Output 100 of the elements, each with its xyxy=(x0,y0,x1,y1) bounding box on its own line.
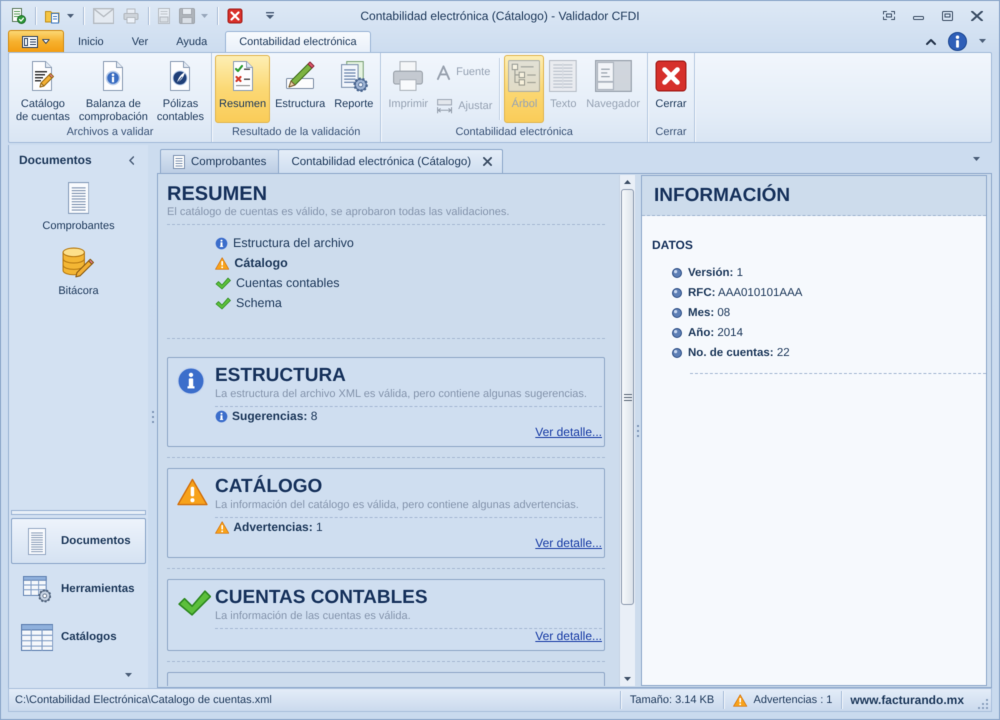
card-description: La información del catálogo es válida, pero contiene algunas advertencias. xyxy=(215,498,580,512)
checklist-icon xyxy=(232,60,254,92)
caret-icon[interactable] xyxy=(973,157,980,161)
report-gear-icon xyxy=(339,60,368,92)
ribbon-button[interactable]: Estructura xyxy=(271,55,330,123)
scrollbar[interactable] xyxy=(619,175,635,686)
summary-item: Estructura del archivo xyxy=(233,236,354,250)
ribbon-button[interactable]: Resumen xyxy=(215,55,270,123)
chevron-up-icon[interactable] xyxy=(926,38,936,44)
panel-icon xyxy=(22,36,38,48)
navigation-item[interactable]: Documentos xyxy=(11,518,146,564)
close-icon xyxy=(227,8,244,24)
scrollbar-thumb[interactable] xyxy=(621,189,634,605)
info-field: Versión: 1 xyxy=(688,267,743,279)
document-check-icon xyxy=(10,8,26,24)
summary-item: Cátalogo xyxy=(234,256,288,270)
chevron-left-icon[interactable] xyxy=(128,156,134,164)
database-pencil-icon xyxy=(62,247,94,279)
pencil-icon xyxy=(284,60,316,92)
customize-icon xyxy=(266,12,274,19)
font-icon xyxy=(436,64,452,80)
navigation-item[interactable]: Catálogos xyxy=(11,614,146,660)
summary-subtitle: El catálogo de cuentas es válido, se aprobaron todas las validaciones. xyxy=(167,205,510,219)
count-label: Advertencias: 1 xyxy=(233,520,323,534)
document-info-icon xyxy=(102,60,124,92)
scroll-up-icon[interactable] xyxy=(624,180,631,184)
info-field: No. de cuentas: 22 xyxy=(688,347,790,359)
close-icon[interactable] xyxy=(971,10,983,20)
document-tab[interactable]: Contabilidad electrónica (Cátalogo) xyxy=(278,149,504,173)
table-gear-icon xyxy=(22,576,52,602)
bullet-icon xyxy=(672,348,682,358)
caret-icon[interactable] xyxy=(979,39,986,43)
fullscreen-icon[interactable] xyxy=(883,11,895,20)
fit-width-icon xyxy=(436,98,454,114)
maximize-icon[interactable] xyxy=(942,10,953,20)
ribbon-button[interactable]: Balanza de comprobación xyxy=(74,55,152,123)
card-description: La información de las cuentas es válida. xyxy=(215,609,412,623)
sidebar-item[interactable]: Comprobantes xyxy=(37,175,120,239)
bullet-icon xyxy=(672,268,682,278)
sidebar-title: Documentos xyxy=(19,153,92,167)
table-icon xyxy=(20,624,54,650)
document-tab[interactable]: Comprobantes xyxy=(160,149,280,173)
caret-icon[interactable] xyxy=(125,673,132,677)
document-feather-icon xyxy=(169,60,192,92)
envelope-icon xyxy=(93,8,114,24)
group-caption: Archivos a validar xyxy=(66,125,154,140)
bullet-icon xyxy=(672,308,682,318)
scroll-down-icon[interactable] xyxy=(624,677,631,681)
grip-icon xyxy=(624,394,632,400)
info-icon[interactable] xyxy=(948,32,967,50)
group-caption: Resultado de la validación xyxy=(230,125,362,140)
panel-title: INFORMACIÓN xyxy=(654,184,790,206)
bullet-icon xyxy=(672,288,682,298)
card-title: CATÁLOGO xyxy=(215,476,324,498)
document-icon xyxy=(173,154,185,168)
file-path: C:\Contabilidad Electrónica\Catalogo de cuentas.xml xyxy=(14,694,273,706)
details-link[interactable]: Ver detalle... xyxy=(535,629,602,643)
count-label: Sugerencias: 8 xyxy=(232,409,318,423)
ribbon-tab[interactable]: Contabilidad electrónica xyxy=(225,31,371,52)
sidebar-item[interactable]: Bitácora xyxy=(53,240,104,304)
ribbon-button[interactable]: Pólizas contables xyxy=(152,55,208,123)
card-title: CUENTAS CONTABLES xyxy=(215,587,429,609)
details-link[interactable]: Ver detalle... xyxy=(535,536,602,550)
document-icon xyxy=(28,528,46,554)
resize-grip-icon[interactable] xyxy=(978,699,988,709)
printer-icon xyxy=(392,60,424,92)
close-icon[interactable] xyxy=(483,157,492,166)
save-icon xyxy=(179,8,196,24)
info-field: RFC: AAA010101AAA xyxy=(688,287,802,299)
ribbon-button[interactable]: Cerrar xyxy=(651,55,692,123)
summary-item: Schema xyxy=(236,296,282,310)
warning-count: Advertencias : 1 xyxy=(754,694,832,706)
summary-title: RESUMEN xyxy=(167,183,268,205)
document-icon xyxy=(68,182,90,214)
navigation-item[interactable]: Herramientas xyxy=(11,566,146,612)
info-field: Año: 2014 xyxy=(688,327,743,339)
ribbon-tab[interactable]: Ver xyxy=(118,31,162,52)
close-icon xyxy=(655,60,688,92)
card-title: ESTRUCTURA xyxy=(215,365,347,387)
application-menu-button[interactable] xyxy=(8,30,64,52)
group-caption: Cerrar xyxy=(654,125,688,140)
ribbon-button[interactable]: Reporte xyxy=(330,55,378,123)
summary-item: Cuentas contables xyxy=(236,276,340,290)
caret-icon xyxy=(42,39,50,44)
printer-icon xyxy=(123,8,140,24)
info-field: Mes: 08 xyxy=(688,307,730,319)
ribbon-tab[interactable]: Inicio xyxy=(64,31,118,52)
window-panel-icon xyxy=(594,60,632,92)
group-caption: Contabilidad electrónica xyxy=(454,125,574,140)
tree-icon xyxy=(508,60,540,92)
bullet-icon xyxy=(672,328,682,338)
minimize-icon[interactable] xyxy=(913,16,924,20)
ribbon-tab[interactable]: Ayuda xyxy=(162,31,222,52)
details-link[interactable]: Ver detalle... xyxy=(535,425,602,439)
window-title: Contabilidad electrónica (Cátalogo) - Validador CFDI xyxy=(360,8,640,22)
file-size: Tamaño: 3.14 KB xyxy=(628,694,716,706)
ribbon-button[interactable]: Catálogo de cuentas xyxy=(12,55,74,123)
website-label: www.facturando.mx xyxy=(849,693,965,707)
document-icon xyxy=(158,8,170,24)
card-description: La estructura del archivo XML es válida, pero contiene algunas sugerencias. xyxy=(215,387,588,401)
